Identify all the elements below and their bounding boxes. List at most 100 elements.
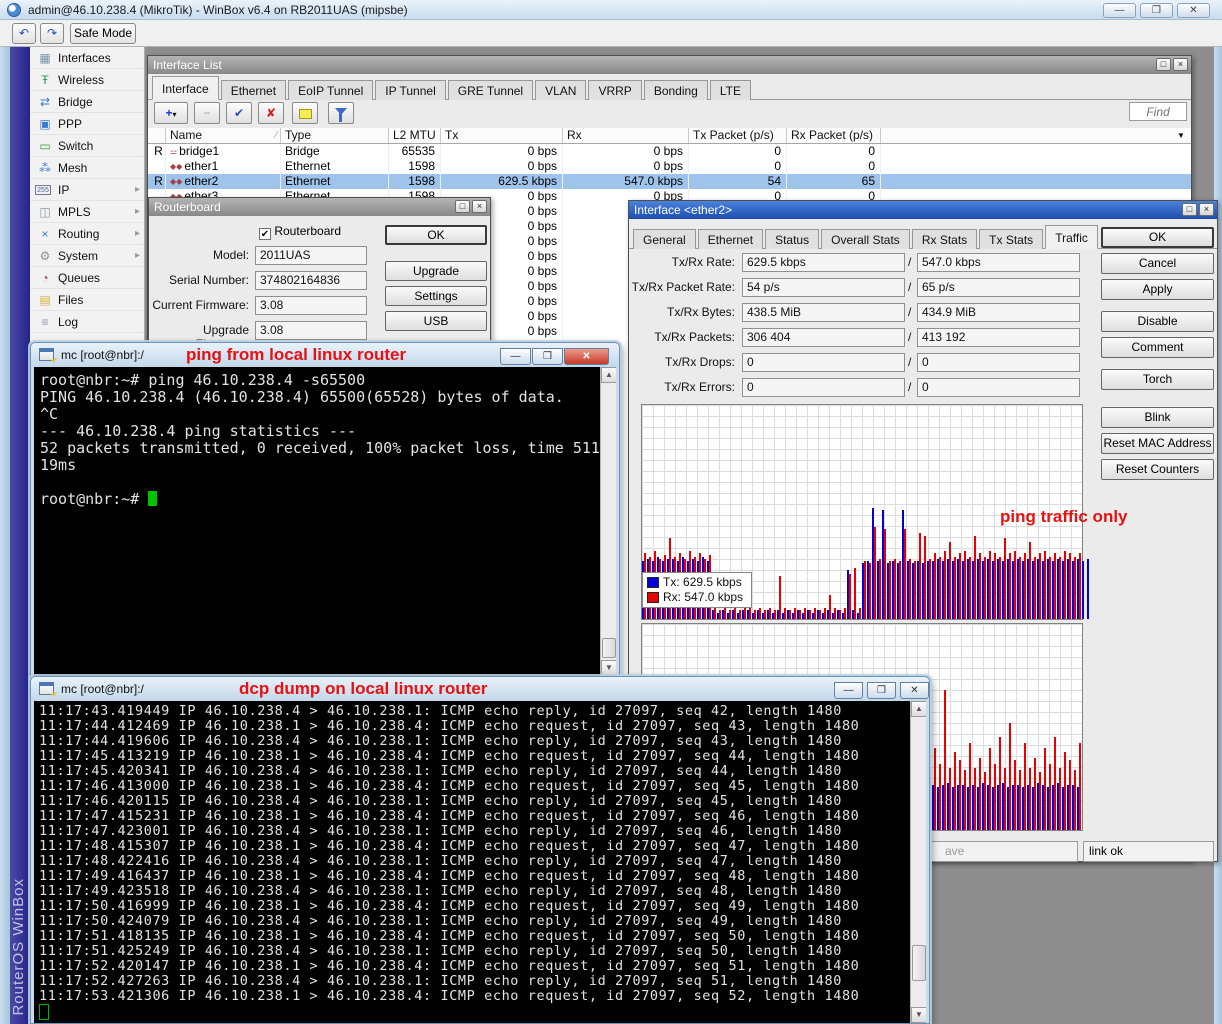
table-row[interactable]: R⚍bridge1Bridge655350 bps0 bps00	[148, 144, 1191, 159]
column-header-rx-packet-p-s[interactable]: Rx Packet (p/s)	[787, 128, 881, 143]
scrollbar-thumb[interactable]	[912, 945, 926, 981]
sidebar-item-system[interactable]: ⚙System▸	[30, 245, 144, 267]
disable-button[interactable]: Disable	[1101, 311, 1214, 332]
sidebar-item-bridge[interactable]: ⇄Bridge	[30, 91, 144, 113]
enable-button[interactable]: ✔	[226, 102, 252, 124]
maximize-button[interactable]: ❒	[867, 682, 896, 699]
tab-rx-stats[interactable]: Rx Stats	[912, 229, 977, 249]
routerboard-titlebar[interactable]: Routerboard □ ×	[149, 198, 490, 216]
tx-rx-packets-tx-field[interactable]: 306 404	[742, 328, 905, 347]
close-icon[interactable]: ×	[1173, 58, 1188, 71]
find-input[interactable]	[1129, 102, 1187, 121]
safe-mode-button[interactable]: Safe Mode	[70, 23, 136, 44]
maximize-button[interactable]: □	[1156, 58, 1171, 71]
interface-list-titlebar[interactable]: Interface List □ ×	[148, 56, 1191, 74]
tx-rx-packet-rate-rx-field[interactable]: 65 p/s	[917, 278, 1080, 297]
sidebar-item-files[interactable]: ▤Files	[30, 289, 144, 311]
close-icon[interactable]: ✕	[900, 682, 929, 699]
column-header-name[interactable]: Name∕	[166, 128, 281, 143]
redo-button[interactable]: ↷	[40, 23, 64, 44]
tab-eoip-tunnel[interactable]: EoIP Tunnel	[288, 80, 373, 100]
add-button[interactable]: +▾	[154, 102, 188, 124]
sidebar-item-routing[interactable]: ×Routing▸	[30, 223, 144, 245]
interface-ether2-titlebar[interactable]: Interface <ether2> □ ×	[629, 201, 1217, 219]
main-titlebar[interactable]: admin@46.10.238.4 (MikroTik) - WinBox v6…	[0, 0, 1222, 20]
table-row[interactable]: R◆◆ether2Ethernet1598629.5 kbps547.0 kbp…	[148, 174, 1191, 189]
settings-button[interactable]: Settings	[385, 286, 487, 306]
sidebar-item-mesh[interactable]: ⁂Mesh	[30, 157, 144, 179]
tx-rx-drops-rx-field[interactable]: 0	[917, 353, 1080, 372]
apply-button[interactable]: Apply	[1101, 279, 1214, 300]
reset-counters-button[interactable]: Reset Counters	[1101, 459, 1214, 480]
tx-rx-packet-rate-tx-field[interactable]: 54 p/s	[742, 278, 905, 297]
tx-rx-errors-rx-field[interactable]: 0	[917, 378, 1080, 397]
undo-button[interactable]: ↶	[12, 23, 36, 44]
table-row[interactable]: ◆◆ether1Ethernet15980 bps0 bps00	[148, 159, 1191, 174]
ok-button[interactable]: OK	[385, 225, 487, 245]
tx-rx-errors-tx-field[interactable]: 0	[742, 378, 905, 397]
sidebar-item-wireless[interactable]: ŦWireless	[30, 69, 144, 91]
usb-button[interactable]: USB	[385, 311, 487, 331]
sidebar-item-log[interactable]: ≡Log	[30, 311, 144, 333]
terminal-tcpdump-titlebar[interactable]: mc [root@nbr]:/ dcp dump on local linux …	[31, 677, 929, 701]
tx-rx-packets-rx-field[interactable]: 413 192	[917, 328, 1080, 347]
scrollbar-thumb[interactable]	[602, 638, 616, 658]
scrollbar[interactable]: ▲ ▼	[910, 701, 926, 1023]
tx-rx-drops-tx-field[interactable]: 0	[742, 353, 905, 372]
upgrade-button[interactable]: Upgrade	[385, 261, 487, 281]
sidebar-item-queues[interactable]: ◔Queues	[30, 267, 144, 289]
tab-ip-tunnel[interactable]: IP Tunnel	[375, 80, 445, 100]
routerboard-field-upgrade-firmware[interactable]: 3.08	[255, 321, 367, 340]
tx-rx-bytes-tx-field[interactable]: 438.5 MiB	[742, 303, 905, 322]
tab-interface[interactable]: Interface	[152, 76, 219, 100]
tx-rx-bytes-rx-field[interactable]: 434.9 MiB	[917, 303, 1080, 322]
sidebar-item-ppp[interactable]: ▣PPP	[30, 113, 144, 135]
sidebar-item-switch[interactable]: ▭Switch	[30, 135, 144, 157]
maximize-button[interactable]: □	[455, 200, 470, 213]
restore-button[interactable]: ❒	[1140, 3, 1173, 18]
routerboard-field-model[interactable]: 2011UAS	[255, 246, 367, 265]
blink-button[interactable]: Blink	[1101, 407, 1214, 428]
column-header-type[interactable]: Type	[281, 128, 389, 143]
comment-button[interactable]: Comment	[1101, 337, 1214, 358]
column-header-tx[interactable]: Tx	[441, 128, 563, 143]
maximize-button[interactable]: □	[1182, 203, 1197, 216]
column-header-tx-packet-p-s[interactable]: Tx Packet (p/s)	[689, 128, 787, 143]
tab-tx-stats[interactable]: Tx Stats	[979, 229, 1043, 249]
scroll-down-icon[interactable]: ▼	[911, 1007, 926, 1023]
routerboard-field-current-firmware[interactable]: 3.08	[255, 296, 367, 315]
routerboard-checkbox[interactable]: ✔	[259, 228, 271, 240]
scroll-up-icon[interactable]: ▲	[601, 367, 616, 383]
minimize-button[interactable]: —	[500, 348, 531, 365]
column-dropdown-button[interactable]: ▼	[1173, 129, 1189, 143]
tab-ethernet[interactable]: Ethernet	[221, 80, 286, 100]
scrollbar[interactable]: ▲ ▼	[600, 367, 616, 676]
cancel-button[interactable]: Cancel	[1101, 253, 1214, 274]
scroll-up-icon[interactable]: ▲	[911, 701, 926, 717]
column-header-flag[interactable]	[148, 128, 166, 143]
close-icon[interactable]: ✕	[564, 348, 609, 365]
close-icon[interactable]: ×	[472, 200, 487, 213]
tab-overall-stats[interactable]: Overall Stats	[821, 229, 910, 249]
tab-bonding[interactable]: Bonding	[644, 80, 708, 100]
reset-mac-address-button[interactable]: Reset MAC Address	[1101, 433, 1214, 454]
sidebar-item-interfaces[interactable]: ▦Interfaces	[30, 47, 144, 69]
remove-button[interactable]: −	[194, 102, 220, 124]
tab-gre-tunnel[interactable]: GRE Tunnel	[448, 80, 533, 100]
tab-traffic[interactable]: Traffic	[1045, 225, 1098, 249]
ok-button[interactable]: OK	[1101, 227, 1214, 248]
scroll-down-icon[interactable]: ▼	[601, 660, 616, 676]
column-header-rx[interactable]: Rx	[563, 128, 689, 143]
filter-button[interactable]	[328, 102, 354, 124]
tab-vlan[interactable]: VLAN	[535, 80, 586, 100]
comment-button[interactable]	[292, 102, 318, 124]
tab-ethernet[interactable]: Ethernet	[698, 229, 763, 249]
tx-rx-rate-tx-field[interactable]: 629.5 kbps	[742, 253, 905, 272]
tab-general[interactable]: General	[633, 229, 696, 249]
column-header-l2-mtu[interactable]: L2 MTU	[389, 128, 441, 143]
restore-button[interactable]: ❒	[532, 348, 563, 365]
tx-rx-rate-rx-field[interactable]: 547.0 kbps	[917, 253, 1080, 272]
close-button[interactable]: ✕	[1177, 3, 1210, 18]
sidebar-item-mpls[interactable]: ◫MPLS▸	[30, 201, 144, 223]
tab-lte[interactable]: LTE	[710, 80, 751, 100]
